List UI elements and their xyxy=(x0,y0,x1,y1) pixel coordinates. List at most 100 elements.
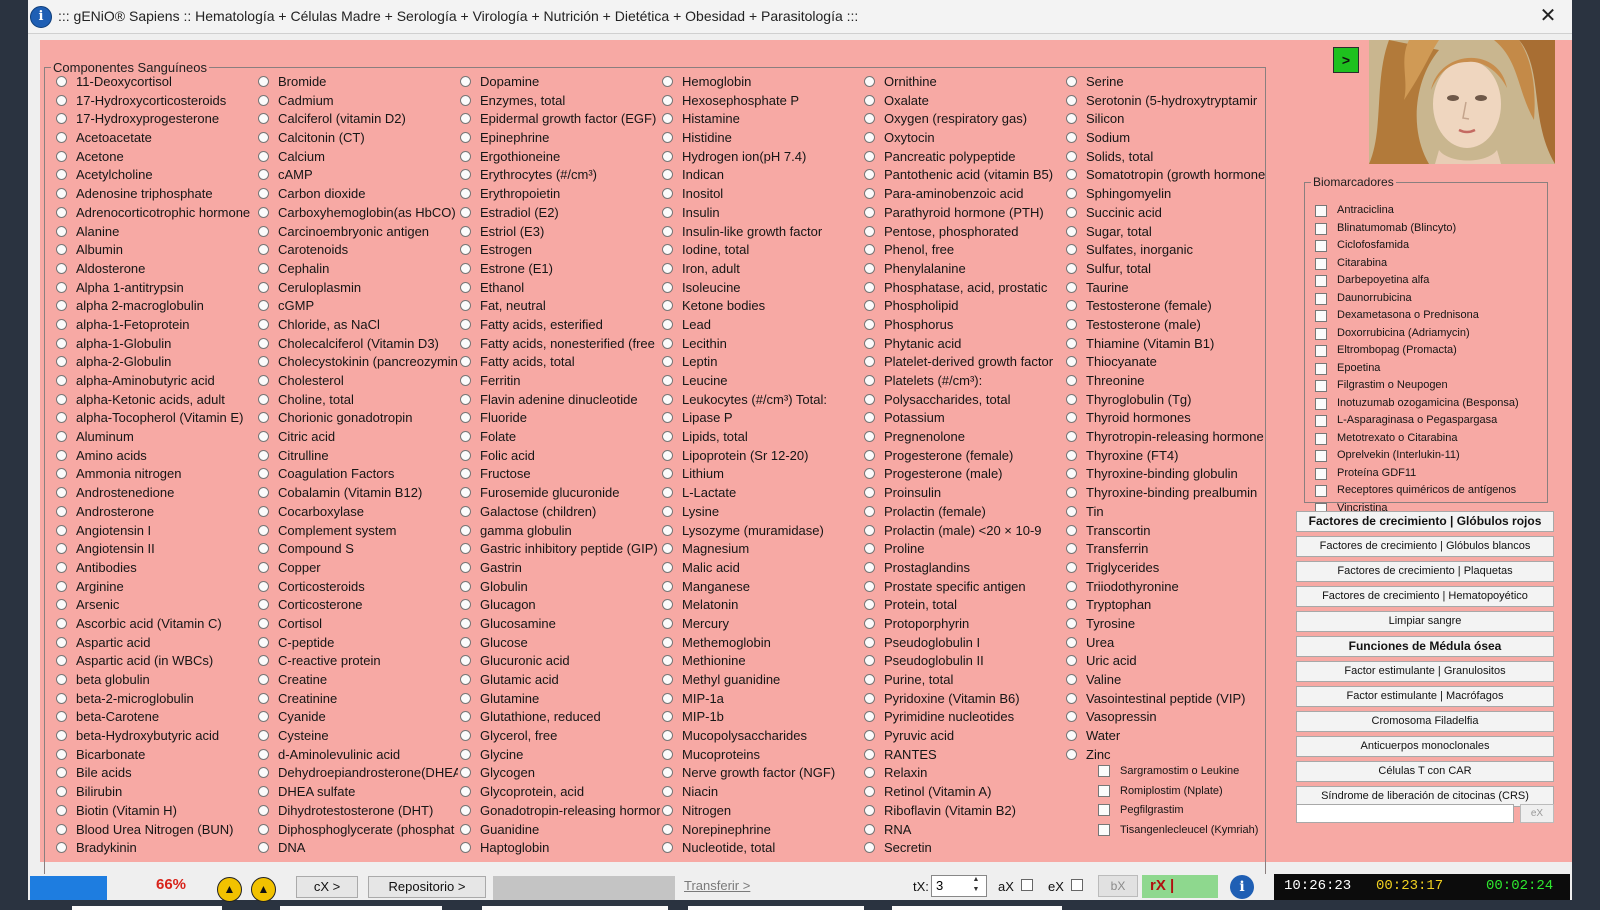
component-radio-item[interactable]: Acetone xyxy=(56,148,256,167)
radio-button[interactable] xyxy=(56,786,67,798)
radio-button[interactable] xyxy=(1066,281,1077,293)
radio-button[interactable] xyxy=(1066,113,1077,125)
radio-button[interactable] xyxy=(1066,356,1077,368)
radio-button[interactable] xyxy=(1066,655,1077,667)
component-radio-item[interactable]: Albumin xyxy=(56,241,256,260)
radio-button[interactable] xyxy=(258,561,269,573)
radio-button[interactable] xyxy=(1066,393,1077,405)
radio-button[interactable] xyxy=(258,300,269,312)
radio-button[interactable] xyxy=(56,636,67,648)
radio-button[interactable] xyxy=(662,767,673,779)
component-radio-item[interactable]: Urea xyxy=(1066,634,1266,653)
component-radio-item[interactable]: Parathyroid hormone (PTH) xyxy=(864,204,1064,223)
component-radio-item[interactable]: Carotenoids xyxy=(258,241,458,260)
component-radio-item[interactable]: Adrenocorticotrophic hormone xyxy=(56,204,256,223)
radio-button[interactable] xyxy=(460,580,471,592)
radio-button[interactable] xyxy=(864,188,875,200)
component-radio-item[interactable]: Isoleucine xyxy=(662,279,862,298)
component-radio-item[interactable]: alpha-Ketonic acids, adult xyxy=(56,391,256,410)
component-radio-item[interactable]: Platelet-derived growth factor xyxy=(864,353,1064,372)
radio-button[interactable] xyxy=(864,206,875,218)
radio-button[interactable] xyxy=(662,842,673,854)
component-radio-item[interactable]: Thiocyanate xyxy=(1066,353,1266,372)
component-radio-item[interactable]: Bradykinin xyxy=(56,839,256,858)
radio-button[interactable] xyxy=(258,132,269,144)
radio-button[interactable] xyxy=(662,337,673,349)
next-arrow-button[interactable]: > xyxy=(1333,47,1359,73)
radio-button[interactable] xyxy=(258,94,269,106)
component-radio-item[interactable]: Dehydroepiandrosterone(DHEA xyxy=(258,764,458,783)
radio-button[interactable] xyxy=(864,692,875,704)
radio-button[interactable] xyxy=(460,786,471,798)
component-radio-item[interactable]: Enzymes, total xyxy=(460,92,660,111)
radio-button[interactable] xyxy=(56,300,67,312)
transfer-link[interactable]: Transferir > xyxy=(684,878,750,893)
radio-button[interactable] xyxy=(1066,561,1077,573)
radio-button[interactable] xyxy=(864,300,875,312)
radio-button[interactable] xyxy=(1066,431,1077,443)
component-radio-item[interactable]: Fatty acids, total xyxy=(460,353,660,372)
radio-button[interactable] xyxy=(460,337,471,349)
biomarker-checkbox-item[interactable]: Daunorrubicina xyxy=(1315,290,1543,308)
component-radio-item[interactable]: Fructose xyxy=(460,465,660,484)
radio-button[interactable] xyxy=(460,599,471,611)
component-radio-item[interactable]: Pseudoglobulin II xyxy=(864,652,1064,671)
component-radio-item[interactable]: Histidine xyxy=(662,129,862,148)
component-radio-item[interactable]: Iron, adult xyxy=(662,260,862,279)
radio-button[interactable] xyxy=(1066,244,1077,256)
component-radio-item[interactable]: Gastric inhibitory peptide (GIP) xyxy=(460,540,660,559)
component-radio-item[interactable]: Lithium xyxy=(662,465,862,484)
component-radio-item[interactable]: Pyridoxine (Vitamin B6) xyxy=(864,690,1064,709)
radio-button[interactable] xyxy=(662,580,673,592)
component-radio-item[interactable]: Coagulation Factors xyxy=(258,465,458,484)
radio-button[interactable] xyxy=(864,132,875,144)
component-radio-item[interactable]: Pyrimidine nucleotides xyxy=(864,708,1064,727)
checkbox[interactable] xyxy=(1315,222,1327,235)
radio-button[interactable] xyxy=(1066,318,1077,330)
component-radio-item[interactable]: Oxalate xyxy=(864,92,1064,111)
component-radio-item[interactable]: Alpha 1-antitrypsin xyxy=(56,279,256,298)
radio-button[interactable] xyxy=(56,132,67,144)
component-radio-item[interactable]: Ketone bodies xyxy=(662,297,862,316)
radio-button[interactable] xyxy=(662,599,673,611)
component-radio-item[interactable]: Oxygen (respiratory gas) xyxy=(864,110,1064,129)
radio-button[interactable] xyxy=(864,318,875,330)
radio-button[interactable] xyxy=(662,617,673,629)
component-radio-item[interactable]: Biotin (Vitamin H) xyxy=(56,802,256,821)
radio-button[interactable] xyxy=(662,804,673,816)
radio-button[interactable] xyxy=(662,655,673,667)
component-radio-item[interactable]: Mercury xyxy=(662,615,862,634)
component-radio-item[interactable]: Proline xyxy=(864,540,1064,559)
radio-button[interactable] xyxy=(460,842,471,854)
side-action-button[interactable]: Cromosoma Filadelfia xyxy=(1296,711,1554,732)
radio-button[interactable] xyxy=(1066,730,1077,742)
radio-button[interactable] xyxy=(56,487,67,499)
component-radio-item[interactable]: Antibodies xyxy=(56,559,256,578)
radio-button[interactable] xyxy=(56,692,67,704)
component-radio-item[interactable]: Estrone (E1) xyxy=(460,260,660,279)
component-radio-item[interactable]: Methionine xyxy=(662,652,862,671)
side-action-button[interactable]: Células T con CAR xyxy=(1296,761,1554,782)
component-radio-item[interactable]: Thyroglobulin (Tg) xyxy=(1066,391,1266,410)
radio-button[interactable] xyxy=(258,674,269,685)
radio-button[interactable] xyxy=(1066,505,1077,517)
radio-button[interactable] xyxy=(662,711,673,723)
radio-button[interactable] xyxy=(56,393,67,405)
component-radio-item[interactable]: Estradiol (E2) xyxy=(460,204,660,223)
component-radio-item[interactable]: Silicon xyxy=(1066,110,1266,129)
radio-button[interactable] xyxy=(258,356,269,368)
component-radio-item[interactable]: DNA xyxy=(258,839,458,858)
component-radio-item[interactable]: Tyrosine xyxy=(1066,615,1266,634)
radio-button[interactable] xyxy=(460,356,471,368)
biomarker-checkbox-item[interactable]: Filgrastim o Neupogen xyxy=(1315,377,1543,395)
radio-button[interactable] xyxy=(56,449,67,461)
radio-button[interactable] xyxy=(460,244,471,256)
radio-button[interactable] xyxy=(864,748,875,760)
component-radio-item[interactable]: Tryptophan xyxy=(1066,596,1266,615)
component-radio-item[interactable]: Copper xyxy=(258,559,458,578)
radio-button[interactable] xyxy=(460,132,471,144)
component-radio-item[interactable]: Creatinine xyxy=(258,690,458,709)
radio-button[interactable] xyxy=(460,617,471,629)
radio-button[interactable] xyxy=(662,674,673,685)
component-radio-item[interactable]: DHEA sulfate xyxy=(258,783,458,802)
